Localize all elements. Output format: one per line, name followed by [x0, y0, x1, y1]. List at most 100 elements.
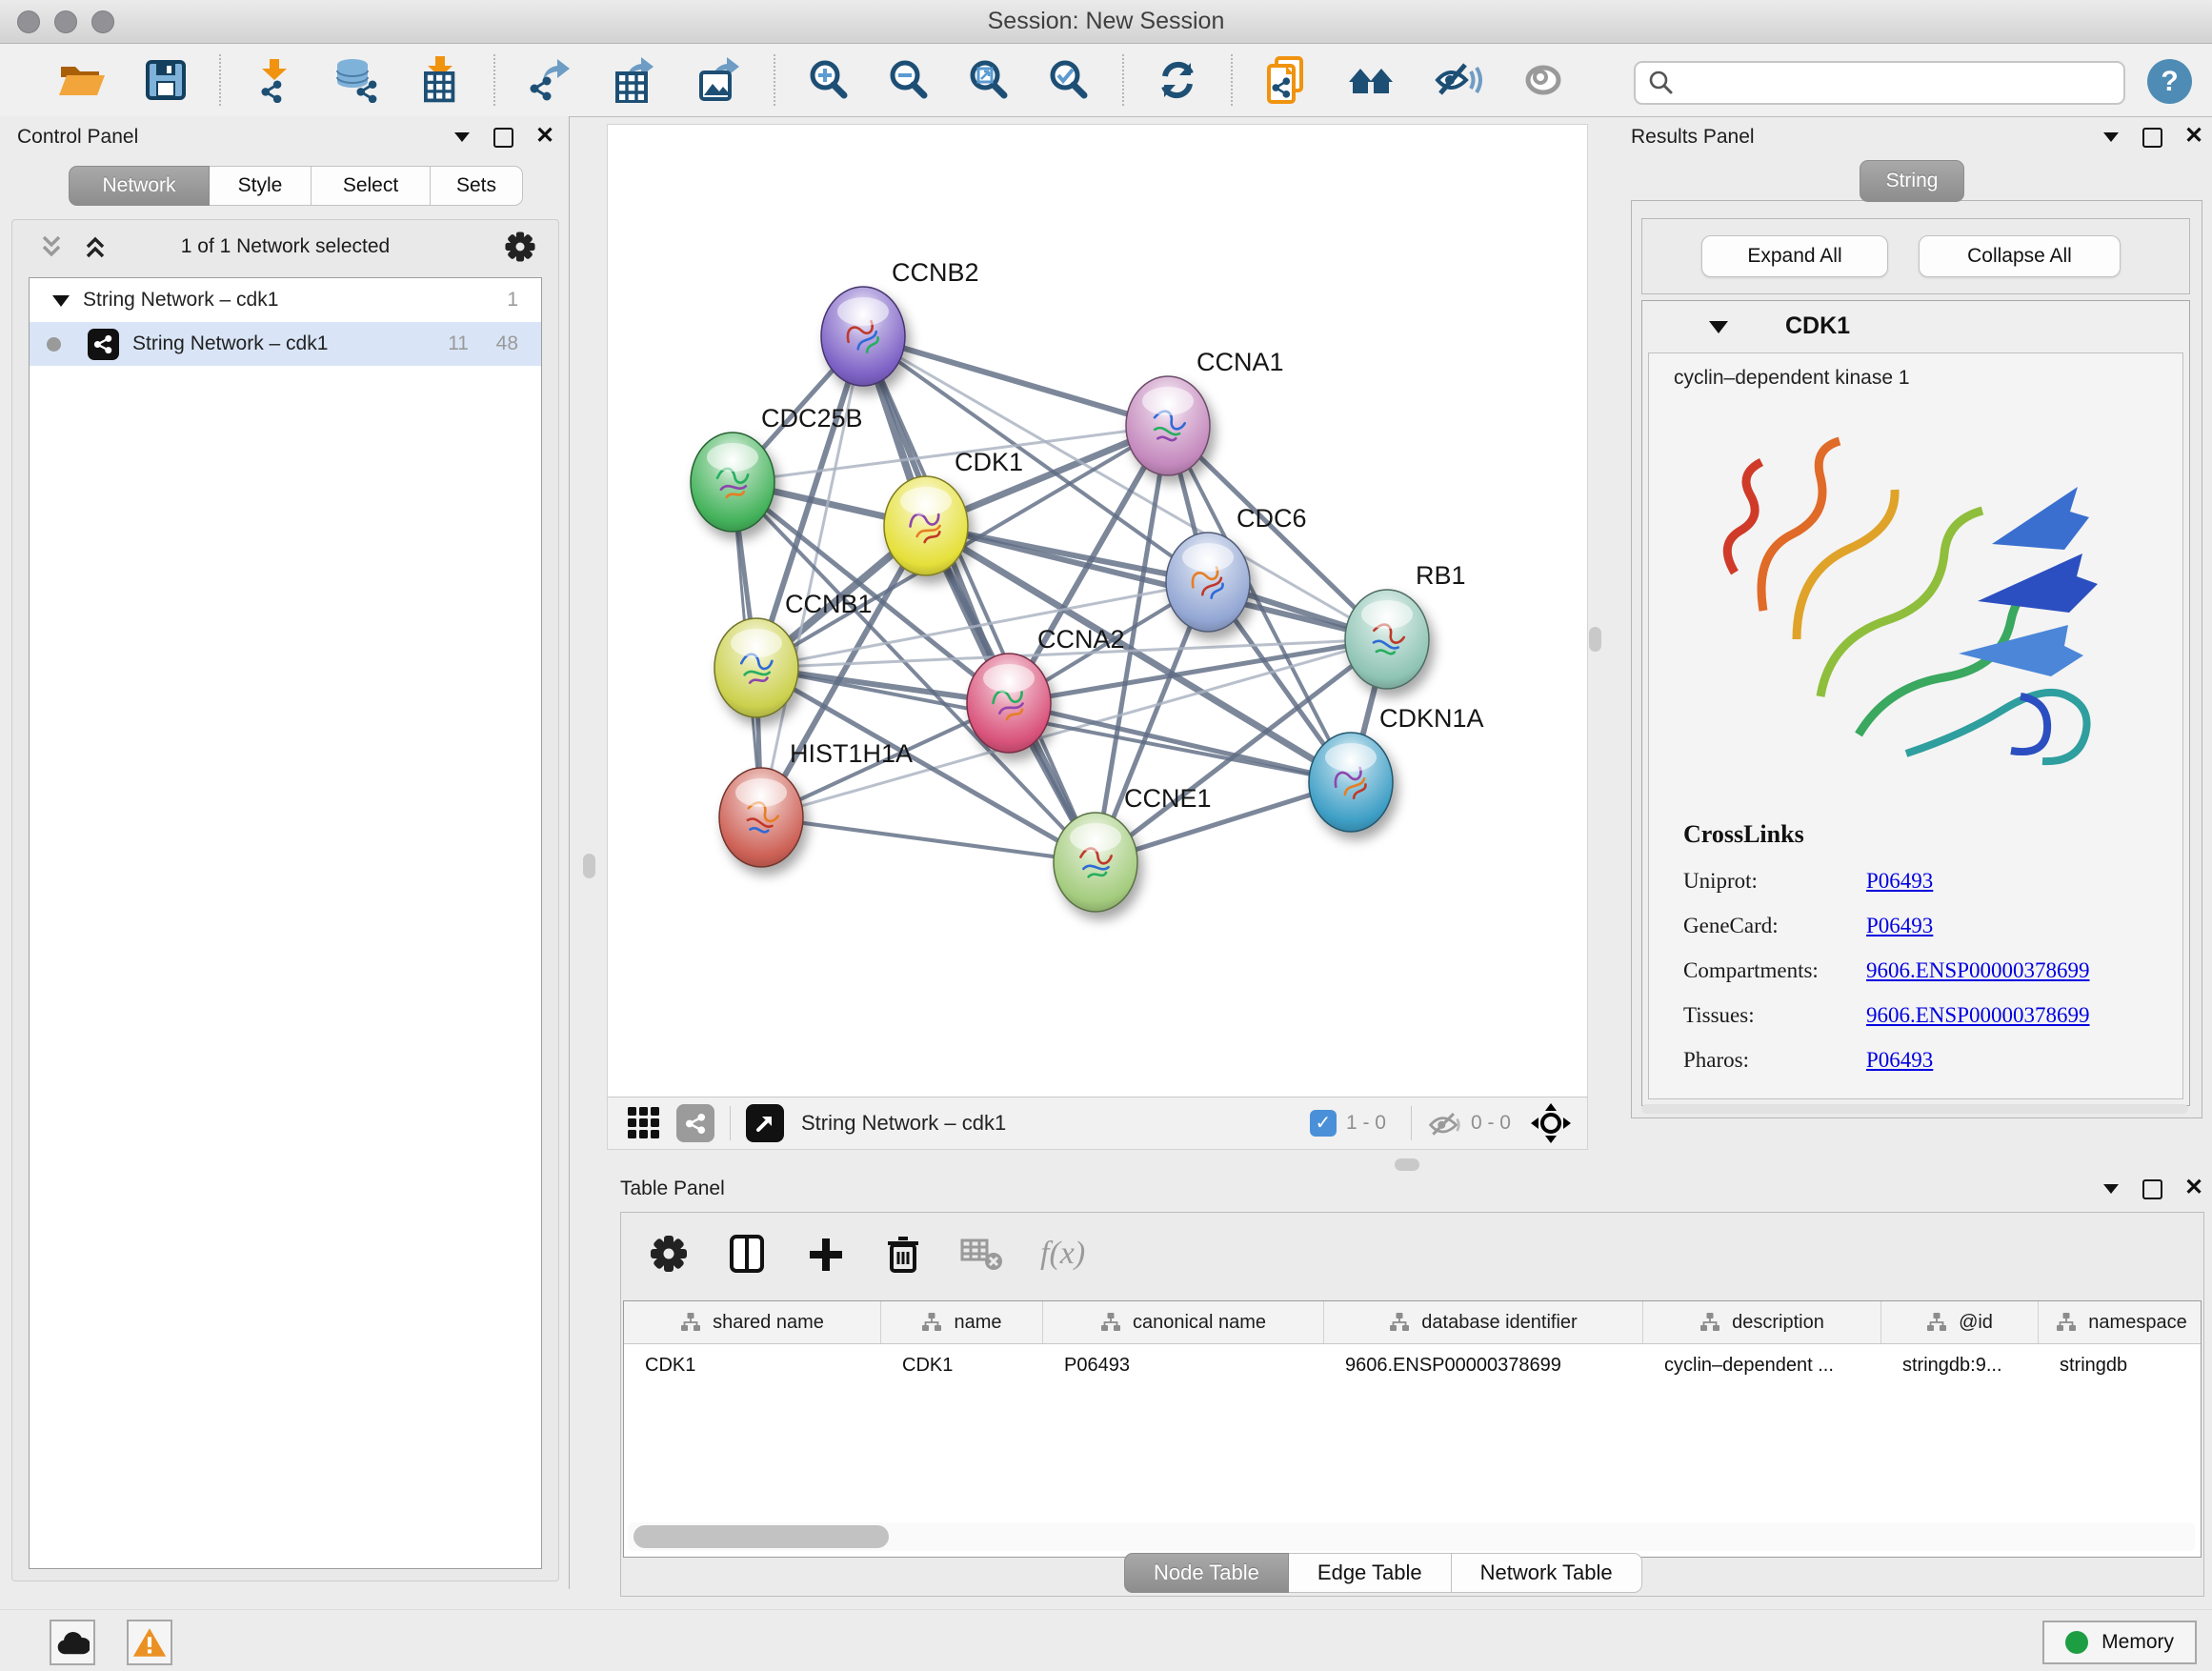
- new-network-from-selection-button[interactable]: [1246, 56, 1328, 104]
- table-row[interactable]: CDK1CDK1P064939606.ENSP00000378699cyclin…: [624, 1344, 2201, 1386]
- zoom-out-button[interactable]: [869, 59, 949, 101]
- open-file-button[interactable]: [38, 59, 126, 101]
- network-node-CDC6[interactable]: [1166, 533, 1250, 632]
- results-scrollbar[interactable]: [1641, 1104, 2188, 1114]
- network-edge[interactable]: [1009, 703, 1351, 782]
- tab-edge-table[interactable]: Edge Table: [1289, 1553, 1452, 1593]
- panel-menu-icon[interactable]: [2101, 1178, 2122, 1198]
- right-splitter-handle[interactable]: [1589, 627, 1601, 652]
- table-cell[interactable]: CDK1: [881, 1344, 1043, 1386]
- import-network-button[interactable]: [234, 57, 314, 103]
- network-row[interactable]: String Network – cdk1 11 48: [30, 322, 541, 366]
- left-splitter-handle[interactable]: [583, 854, 595, 878]
- show-columns-icon[interactable]: [726, 1233, 768, 1275]
- add-column-plus-icon[interactable]: [804, 1233, 846, 1275]
- table-cell[interactable]: 9606.ENSP00000378699: [1324, 1344, 1643, 1386]
- crosslink-link[interactable]: P06493: [1866, 914, 1933, 938]
- table-cell[interactable]: cyclin–dependent ...: [1643, 1344, 1881, 1386]
- open-in-window-button[interactable]: [746, 1104, 784, 1142]
- network-node-HIST1H1A[interactable]: [719, 768, 803, 867]
- tab-string[interactable]: String: [1860, 160, 1964, 202]
- share-network-button[interactable]: [676, 1104, 714, 1142]
- network-node-CDK1[interactable]: [884, 476, 968, 575]
- refresh-button[interactable]: [1137, 59, 1217, 101]
- collapse-all-button[interactable]: Collapse All: [1919, 235, 2121, 277]
- column-header-description[interactable]: description: [1643, 1301, 1881, 1343]
- network-node-CDKN1A[interactable]: [1309, 733, 1393, 832]
- hide-selected-button[interactable]: [1416, 59, 1501, 101]
- hidden-eye-icon[interactable]: [1427, 1109, 1461, 1137]
- first-neighbors-button[interactable]: [1328, 59, 1416, 101]
- tab-network[interactable]: Network: [69, 166, 210, 206]
- crosslink-link[interactable]: 9606.ENSP00000378699: [1866, 958, 2090, 983]
- panel-menu-icon[interactable]: [2101, 126, 2122, 147]
- crosslink-link[interactable]: P06493: [1866, 1048, 1933, 1073]
- network-node-CCNE1[interactable]: [1054, 813, 1137, 912]
- network-canvas[interactable]: CCNB2CCNA1CDC25BCDK1CDC6RB1CCNB1CCNA2CDK…: [607, 124, 1588, 1097]
- column-header-database-identifier[interactable]: database identifier: [1324, 1301, 1643, 1343]
- warning-button[interactable]: [127, 1620, 172, 1665]
- section-collapse-caret-icon[interactable]: [1709, 321, 1728, 343]
- panel-float-icon[interactable]: [2142, 1179, 2162, 1199]
- delete-column-trash-icon[interactable]: [882, 1233, 924, 1275]
- network-node-CDC25B[interactable]: [691, 433, 774, 532]
- column-header--id[interactable]: @id: [1881, 1301, 2039, 1343]
- help-button[interactable]: ?: [2147, 59, 2192, 104]
- network-edge[interactable]: [761, 817, 1096, 862]
- bottom-splitter-handle[interactable]: [1395, 1158, 1419, 1171]
- crosslink-link[interactable]: 9606.ENSP00000378699: [1866, 1003, 2090, 1028]
- fit-content-crosshair-icon[interactable]: [1530, 1102, 1572, 1144]
- column-header-shared-name[interactable]: shared name: [624, 1301, 881, 1343]
- network-edge[interactable]: [863, 336, 1096, 862]
- column-header-canonical-name[interactable]: canonical name: [1043, 1301, 1324, 1343]
- network-node-RB1[interactable]: [1345, 590, 1429, 689]
- column-header-namespace[interactable]: namespace: [2039, 1301, 2202, 1343]
- panel-close-icon[interactable]: ✕: [2183, 126, 2204, 147]
- panel-float-icon[interactable]: [2142, 128, 2162, 148]
- panel-float-icon[interactable]: [493, 128, 513, 148]
- tab-node-table[interactable]: Node Table: [1124, 1553, 1289, 1593]
- zoom-fit-button[interactable]: [949, 59, 1029, 101]
- tab-sets[interactable]: Sets: [431, 166, 523, 206]
- expand-all-button[interactable]: Expand All: [1701, 235, 1888, 277]
- cloud-button[interactable]: [50, 1620, 95, 1665]
- network-collection-row[interactable]: String Network – cdk1 1: [30, 278, 541, 322]
- birds-eye-grid-icon[interactable]: [627, 1106, 661, 1140]
- tab-select[interactable]: Select: [312, 166, 431, 206]
- network-node-CCNB1[interactable]: [714, 618, 798, 717]
- memory-button[interactable]: Memory: [2042, 1621, 2197, 1664]
- show-all-button[interactable]: [1501, 59, 1585, 101]
- network-options-gear-icon[interactable]: [503, 230, 537, 264]
- function-builder-button[interactable]: f(x): [1040, 1236, 1085, 1272]
- tree-expand-caret-icon[interactable]: [52, 295, 70, 315]
- export-table-button[interactable]: [593, 57, 676, 103]
- network-node-CCNA2[interactable]: [967, 654, 1051, 753]
- export-network-button[interactable]: [509, 57, 593, 103]
- table-settings-gear-icon[interactable]: [648, 1233, 690, 1275]
- export-image-button[interactable]: [676, 57, 760, 103]
- panel-close-icon[interactable]: ✕: [2183, 1178, 2204, 1198]
- table-hscrollbar-thumb[interactable]: [633, 1525, 889, 1548]
- search-box[interactable]: [1634, 61, 2125, 105]
- zoom-selected-button[interactable]: [1029, 59, 1109, 101]
- table-cell[interactable]: stringdb:9...: [1881, 1344, 2039, 1386]
- search-input[interactable]: [1676, 71, 2123, 95]
- save-session-button[interactable]: [126, 59, 206, 101]
- network-node-CCNB2[interactable]: [821, 287, 905, 386]
- tab-style[interactable]: Style: [210, 166, 312, 206]
- crosslink-link[interactable]: P06493: [1866, 869, 1933, 894]
- import-database-button[interactable]: [314, 57, 400, 103]
- table-cell[interactable]: CDK1: [624, 1344, 881, 1386]
- delete-table-icon[interactable]: [960, 1235, 1004, 1273]
- column-header-name[interactable]: name: [881, 1301, 1043, 1343]
- tab-network-table[interactable]: Network Table: [1452, 1553, 1642, 1593]
- panel-menu-icon[interactable]: [452, 126, 473, 147]
- import-table-button[interactable]: [400, 56, 480, 104]
- selected-nodes-checkbox[interactable]: ✓: [1310, 1110, 1337, 1137]
- table-cell[interactable]: P06493: [1043, 1344, 1324, 1386]
- gene-section-header[interactable]: CDK1: [1642, 301, 2189, 351]
- table-cell[interactable]: stringdb: [2039, 1344, 2202, 1386]
- network-edge[interactable]: [863, 336, 1168, 426]
- network-node-CCNA1[interactable]: [1126, 376, 1210, 475]
- panel-close-icon[interactable]: ✕: [534, 126, 555, 147]
